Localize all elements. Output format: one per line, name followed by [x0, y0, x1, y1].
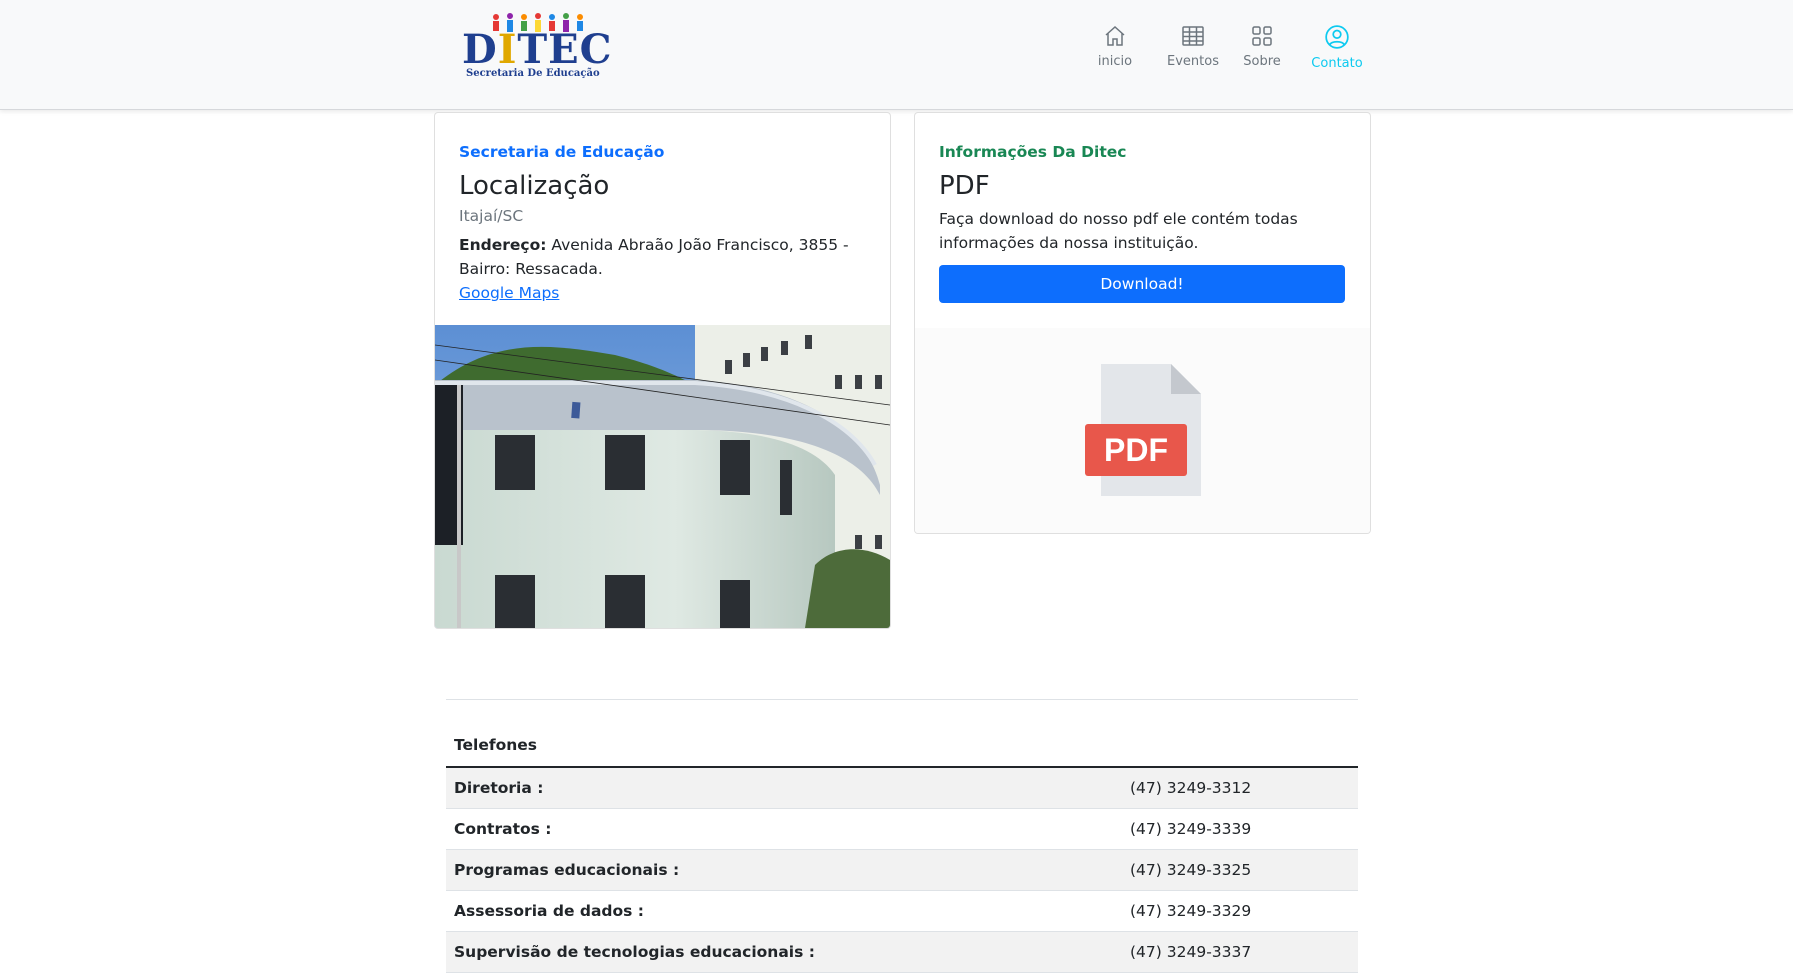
table-row: Diretoria : (47) 3249-3312: [446, 767, 1358, 809]
table-row: Supervisão de tecnologias educacionais :…: [446, 931, 1358, 973]
pdf-description: Faça download do nosso pdf ele contém to…: [939, 210, 1298, 252]
phone-number: (47) 3249-3337: [1122, 931, 1358, 973]
phone-label: Assessoria de dados :: [446, 890, 1122, 932]
table-header: Telefones: [446, 724, 1358, 768]
table-row: Assessoria de dados : (47) 3249-3329: [446, 890, 1358, 932]
grid-icon: [1252, 26, 1272, 46]
section-divider: [446, 699, 1358, 700]
pdf-file-icon: PDF: [1085, 364, 1201, 496]
google-maps-link[interactable]: Google Maps: [459, 284, 559, 302]
city-label: Itajaí/SC: [459, 207, 524, 225]
table-icon: [1182, 26, 1204, 46]
nav-label: inicio: [1097, 54, 1133, 69]
phones-table: Telefones Diretoria : (47) 3249-3312 Con…: [446, 724, 1358, 973]
pdf-card: Informações Da Ditec PDF Faça download d…: [914, 112, 1371, 534]
phone-number: (47) 3249-3329: [1122, 890, 1358, 932]
svg-text:▮: ▮: [570, 398, 583, 421]
location-card: Secretaria de Educação Localização Itaja…: [434, 112, 891, 629]
ditec-logo[interactable]: DITEC Secretaria De Educação: [460, 10, 613, 82]
logo-subtitle: Secretaria De Educação: [466, 68, 600, 79]
nav-inicio[interactable]: inicio: [1090, 24, 1140, 69]
nav-contato[interactable]: Contato: [1302, 24, 1372, 71]
card-subtitle: Informações Da Ditec: [939, 143, 1127, 161]
phone-label: Programas educacionais :: [446, 849, 1122, 891]
phone-label: Contratos :: [446, 808, 1122, 850]
nav-label: Contato: [1311, 56, 1363, 71]
address-label: Endereço:: [459, 236, 547, 254]
nav-eventos[interactable]: Eventos: [1158, 24, 1228, 69]
phone-label: Supervisão de tecnologias educacionais :: [446, 931, 1122, 973]
nav-label: Eventos: [1167, 54, 1219, 69]
navbar: DITEC Secretaria De Educação inicio Even…: [0, 0, 1793, 110]
nav-sobre[interactable]: Sobre: [1230, 24, 1294, 69]
phone-number: (47) 3249-3312: [1122, 767, 1358, 809]
phone-number: (47) 3249-3339: [1122, 808, 1358, 850]
logo-wordmark: DITEC: [462, 26, 613, 73]
table-header-row: Telefones: [446, 724, 1358, 768]
card-title: PDF: [939, 171, 990, 201]
home-icon: [1105, 25, 1125, 46]
address-text: Endereço: Avenida Abraão João Francisco,…: [459, 233, 866, 281]
building-photo: ▮: [435, 325, 890, 628]
download-button[interactable]: Download!: [939, 265, 1345, 303]
table-row: Contratos : (47) 3249-3339: [446, 808, 1358, 850]
pdf-icon-label: PDF: [1104, 432, 1168, 468]
phone-number: (47) 3249-3325: [1122, 849, 1358, 891]
nav-label: Sobre: [1243, 54, 1281, 69]
table-row: Programas educacionais : (47) 3249-3325: [446, 849, 1358, 891]
pdf-preview[interactable]: PDF: [915, 328, 1370, 533]
person-circle-icon: [1325, 25, 1349, 49]
card-title: Localização: [459, 171, 610, 201]
phone-label: Diretoria :: [446, 767, 1122, 809]
card-subtitle: Secretaria de Educação: [459, 143, 665, 161]
